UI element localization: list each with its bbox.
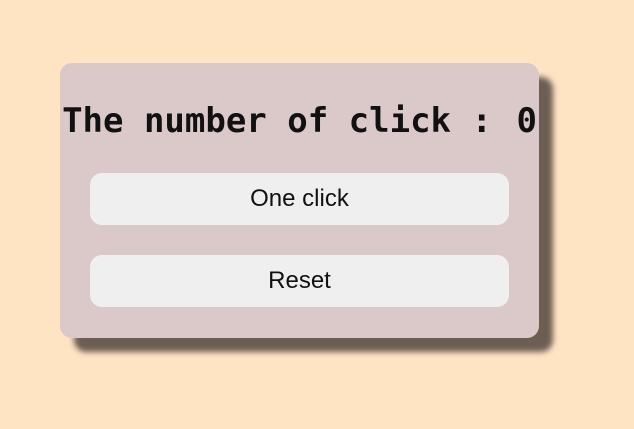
one-click-button[interactable]: One click — [90, 173, 509, 225]
counter-card: The number of click : 0 One click Reset — [60, 63, 539, 338]
click-counter-heading: The number of click : 0 — [60, 99, 539, 143]
click-counter-label: The number of click : — [62, 101, 492, 141]
reset-button[interactable]: Reset — [90, 255, 509, 307]
click-counter-value: 0 — [516, 101, 537, 141]
